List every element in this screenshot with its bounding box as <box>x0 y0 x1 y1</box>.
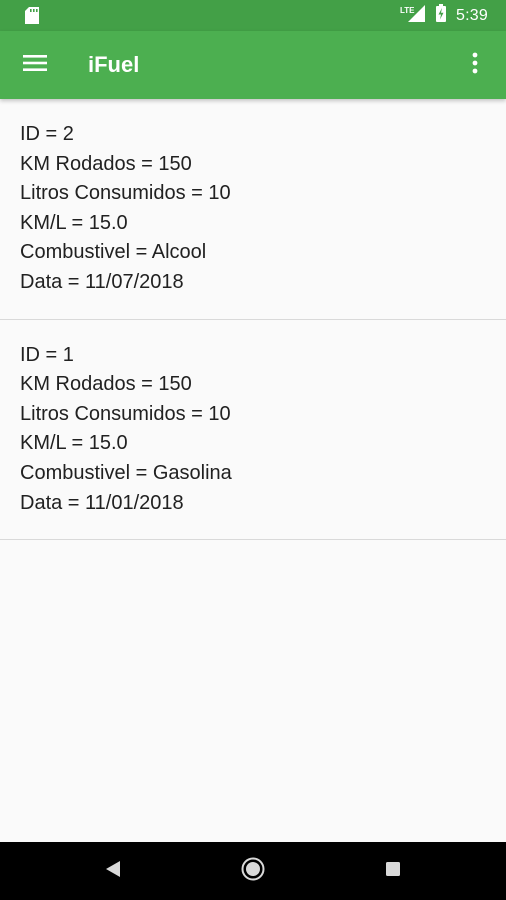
record-km-per-liter: KM/L = 15.0 <box>20 432 128 455</box>
status-time: 5:39 <box>456 6 488 24</box>
record-date: Data = 11/01/2018 <box>20 491 184 514</box>
home-button[interactable] <box>223 842 283 900</box>
status-bar: LTE 5:39 <box>0 0 506 31</box>
app-bar: iFuel <box>0 31 506 99</box>
record-km: KM Rodados = 150 <box>20 152 192 175</box>
back-button[interactable] <box>83 842 143 900</box>
menu-button[interactable] <box>18 48 52 82</box>
navigation-bar <box>0 842 506 900</box>
list-item[interactable]: ID = 1 KM Rodados = 150 Litros Consumido… <box>0 320 506 541</box>
record-fuel: Combustivel = Gasolina <box>20 461 232 484</box>
recents-button[interactable] <box>363 842 423 900</box>
record-id: ID = 1 <box>20 343 74 366</box>
overflow-menu-button[interactable] <box>458 48 492 82</box>
record-km-per-liter: KM/L = 15.0 <box>20 211 128 234</box>
hamburger-menu-icon <box>23 54 47 77</box>
battery-charging-icon <box>436 4 447 27</box>
record-id: ID = 2 <box>20 123 74 145</box>
home-icon <box>241 857 265 886</box>
record-date: Data = 11/07/2018 <box>20 270 184 293</box>
record-fuel: Combustivel = Alcool <box>20 241 207 264</box>
list-item[interactable]: ID = 2 KM Rodados = 150 Litros Consumido… <box>0 99 506 320</box>
record-km: KM Rodados = 150 <box>20 373 192 396</box>
recents-icon <box>385 861 401 882</box>
record-liters: Litros Consumidos = 10 <box>20 182 231 205</box>
lte-signal-icon: LTE <box>400 4 426 27</box>
record-liters: Litros Consumidos = 10 <box>20 402 231 425</box>
sd-card-icon <box>25 7 39 24</box>
network-label: LTE <box>400 6 415 15</box>
records-list: ID = 2 KM Rodados = 150 Litros Consumido… <box>0 99 506 541</box>
back-icon <box>105 860 121 883</box>
app-title: iFuel <box>88 52 140 77</box>
more-vert-icon <box>472 52 478 79</box>
